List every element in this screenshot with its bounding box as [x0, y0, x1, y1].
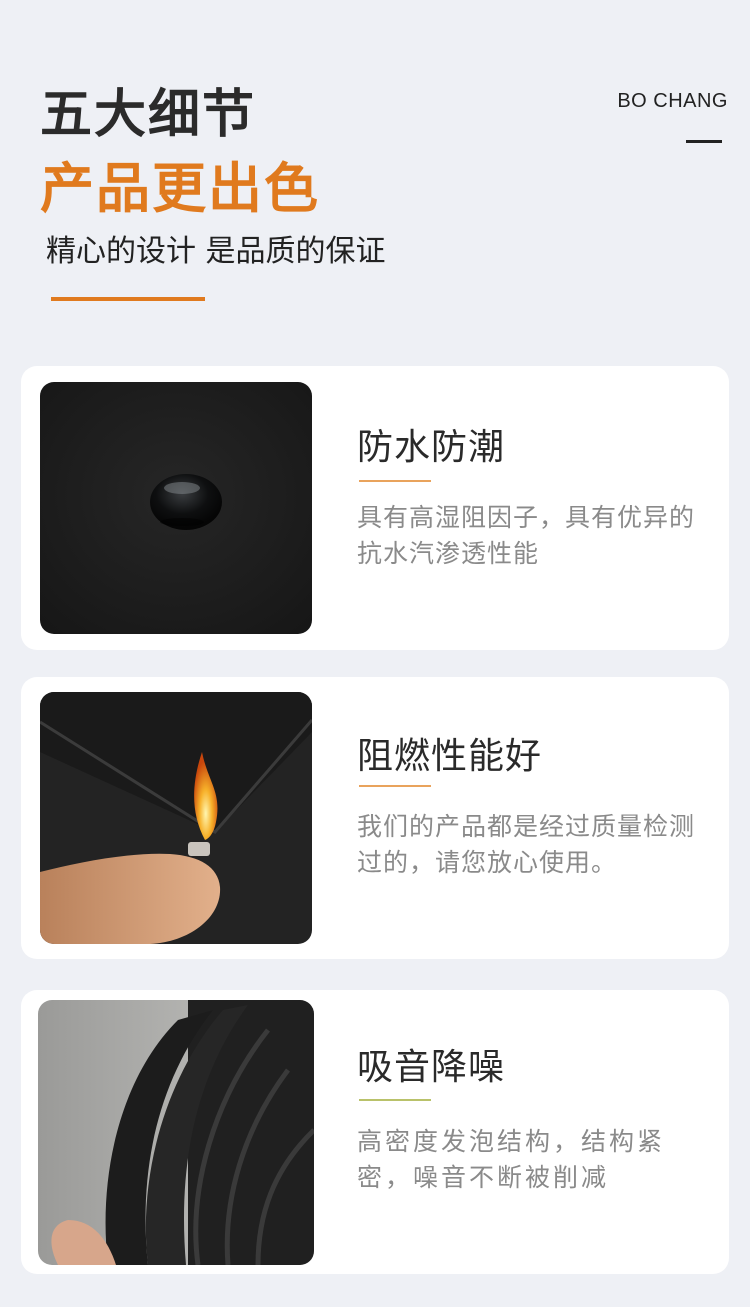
black-foam-water-droplet-photo [40, 382, 312, 634]
feature-title: 防水防潮 [357, 427, 506, 468]
feature-description: 具有高湿阻因子，具有优异的抗水汽渗透性能 [357, 503, 696, 568]
feature-card-sound-absorption: 吸音降噪 高密度发泡结构，结构紧密，噪音不断被削减 [21, 990, 729, 1274]
rolled-foam-tube-photo [38, 1000, 314, 1265]
feature-title: 吸音降噪 [357, 1047, 506, 1088]
brand-underline [686, 140, 722, 143]
page-title-highlight: 产品更出色 [40, 157, 320, 220]
feature-divider [359, 1099, 431, 1101]
page-title: 五大细节 [40, 85, 257, 145]
feature-divider [359, 480, 431, 482]
feature-title: 阻燃性能好 [357, 736, 543, 777]
page-subtitle: 精心的设计 是品质的保证 [46, 234, 386, 269]
accent-divider [51, 297, 205, 301]
feature-card-flame-retardant: 阻燃性能好 我们的产品都是经过质量检测过的，请您放心使用。 [21, 677, 729, 959]
brand-name: BO CHANG [617, 90, 728, 112]
feature-card-waterproof: 防水防潮 具有高湿阻因子，具有优异的抗水汽渗透性能 [21, 366, 729, 650]
feature-description: 我们的产品都是经过质量检测过的，请您放心使用。 [357, 812, 696, 877]
feature-divider [359, 785, 431, 787]
lighter-flame-on-foam-photo [40, 692, 312, 944]
feature-description: 高密度发泡结构，结构紧密，噪音不断被削减 [357, 1127, 666, 1192]
header: 五大细节 产品更出色 精心的设计 是品质的保证 BO CHANG [0, 0, 750, 340]
